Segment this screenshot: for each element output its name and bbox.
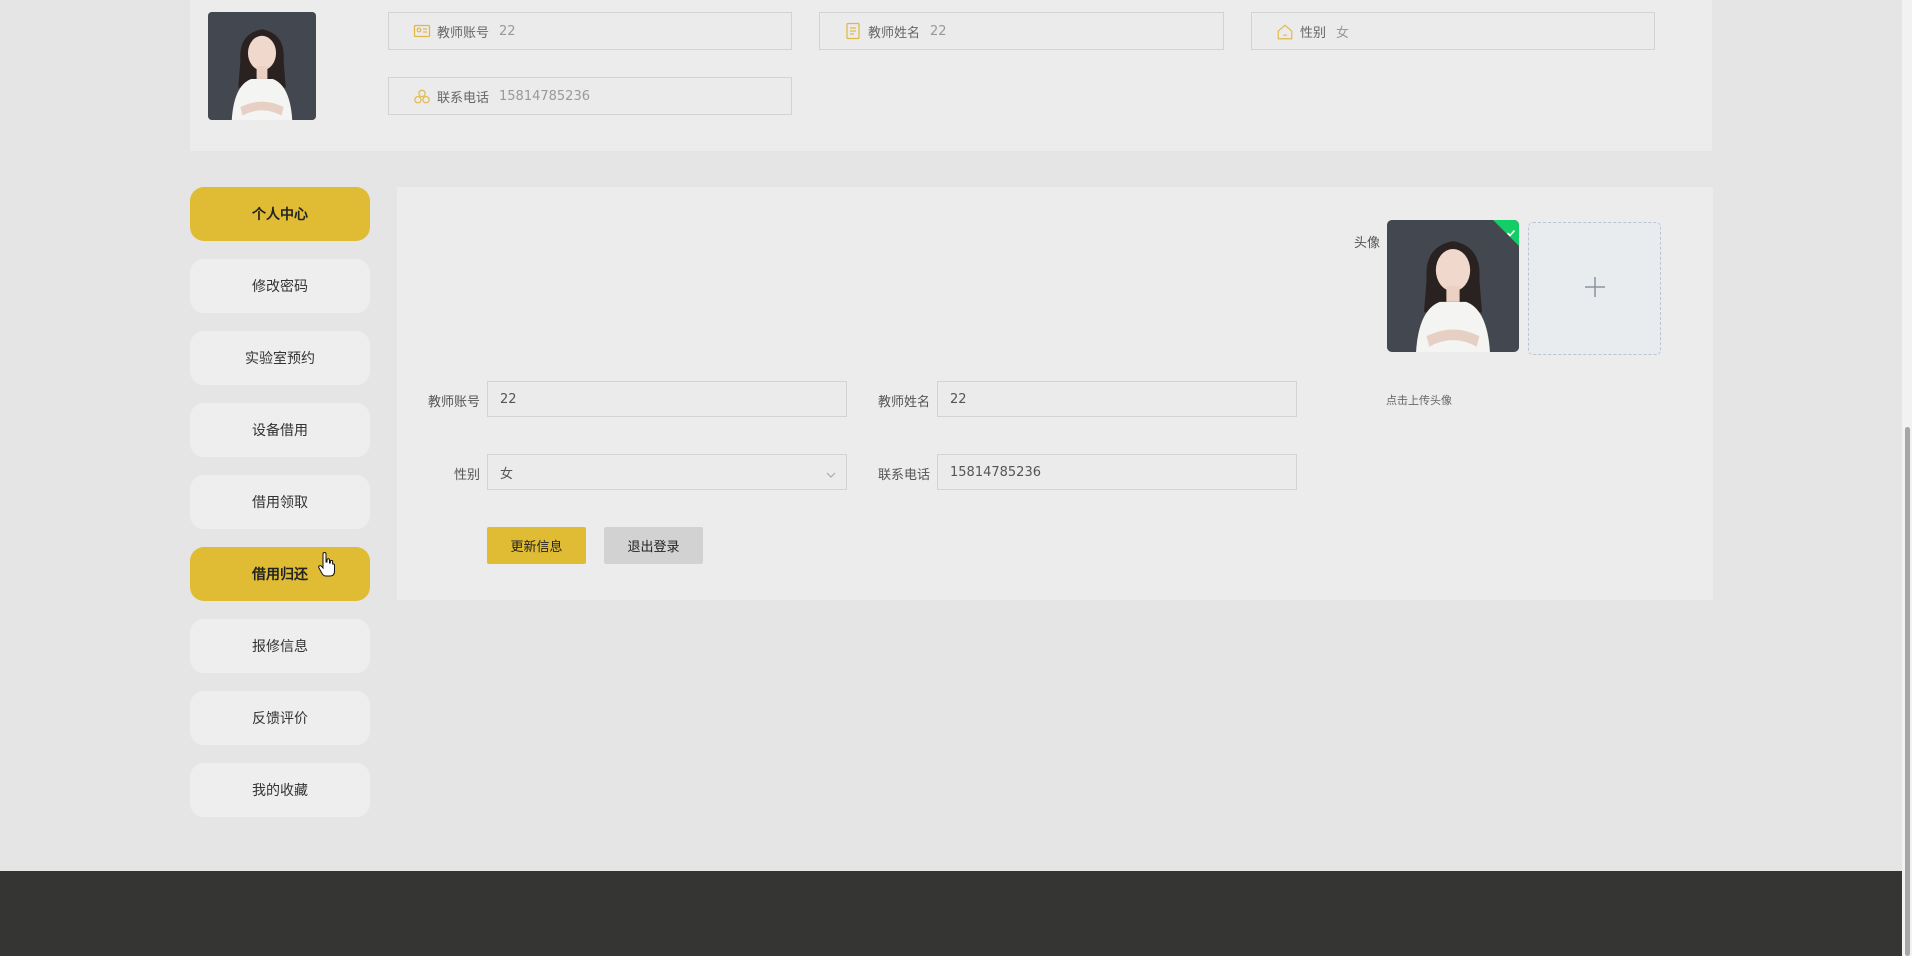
sidebar-item-repair-info[interactable]: 报修信息: [190, 619, 370, 673]
sidebar-item-change-password[interactable]: 修改密码: [190, 259, 370, 313]
logout-button[interactable]: 退出登录: [604, 527, 703, 564]
uploaded-avatar[interactable]: [1387, 220, 1519, 352]
chevron-down-icon: [826, 468, 836, 483]
sidebar-item-label: 我的收藏: [252, 783, 308, 799]
header-account-value: 22: [499, 23, 516, 39]
profile-avatar: [208, 12, 316, 120]
document-icon: [844, 22, 862, 40]
account-value: 22: [500, 391, 517, 407]
plus-icon: [1583, 275, 1607, 303]
header-name-label: 教师姓名: [868, 25, 921, 41]
name-input[interactable]: 22: [937, 381, 1297, 417]
sidebar-item-label: 借用领取: [252, 495, 308, 511]
sidebar-item-label: 修改密码: [252, 279, 308, 295]
sidebar-item-label: 反馈评价: [252, 711, 308, 727]
header-name-field: 教师姓名 22: [819, 12, 1224, 50]
sidebar-item-label: 设备借用: [252, 423, 308, 439]
contacts-icon: [413, 87, 431, 105]
phone-value: 15814785236: [950, 464, 1041, 480]
avatar-upload-button[interactable]: [1528, 222, 1661, 355]
sidebar-item-label: 个人中心: [252, 207, 308, 223]
name-value: 22: [950, 391, 967, 407]
sidebar-item-borrow-return[interactable]: 借用归还: [190, 547, 370, 601]
sidebar-item-favorites[interactable]: 我的收藏: [190, 763, 370, 817]
account-label: 教师账号: [427, 395, 480, 410]
header-gender-field: 性别 女: [1251, 12, 1655, 50]
header-name-value: 22: [930, 23, 947, 39]
header-account-field: 教师账号 22: [388, 12, 792, 50]
update-info-button[interactable]: 更新信息: [487, 527, 586, 564]
scrollbar-thumb[interactable]: [1905, 427, 1910, 956]
sidebar-item-borrow-pickup[interactable]: 借用领取: [190, 475, 370, 529]
upload-hint: 点击上传头像: [1386, 394, 1452, 407]
hand-cursor-icon: [318, 551, 336, 578]
gender-value: 女: [500, 466, 514, 482]
header-phone-value: 15814785236: [499, 88, 590, 104]
gender-label: 性别: [453, 468, 480, 483]
header-phone-label: 联系电话: [437, 90, 490, 106]
sidebar-item-label: 借用归还: [252, 567, 308, 583]
avatar-label: 头像: [1353, 236, 1380, 251]
sidebar-item-label: 报修信息: [252, 639, 308, 655]
account-input[interactable]: 22: [487, 381, 847, 417]
sidebar-item-equipment-borrow[interactable]: 设备借用: [190, 403, 370, 457]
sidebar-item-lab-reservation[interactable]: 实验室预约: [190, 331, 370, 385]
header-phone-field: 联系电话 15814785236: [388, 77, 792, 115]
sidebar-item-feedback[interactable]: 反馈评价: [190, 691, 370, 745]
home-icon: [1276, 22, 1294, 40]
check-icon: [1506, 223, 1516, 237]
phone-input[interactable]: 15814785236: [937, 454, 1297, 490]
sidebar-item-personal-center[interactable]: 个人中心: [190, 187, 370, 241]
header-gender-value: 女: [1336, 25, 1350, 41]
footer: [0, 871, 1902, 956]
id-card-icon: [413, 22, 431, 40]
phone-label: 联系电话: [877, 468, 930, 483]
header-account-label: 教师账号: [437, 25, 490, 41]
sidebar-item-label: 实验室预约: [245, 351, 315, 367]
header-gender-label: 性别: [1300, 25, 1327, 41]
gender-select[interactable]: 女: [487, 454, 847, 490]
name-label: 教师姓名: [877, 395, 930, 410]
